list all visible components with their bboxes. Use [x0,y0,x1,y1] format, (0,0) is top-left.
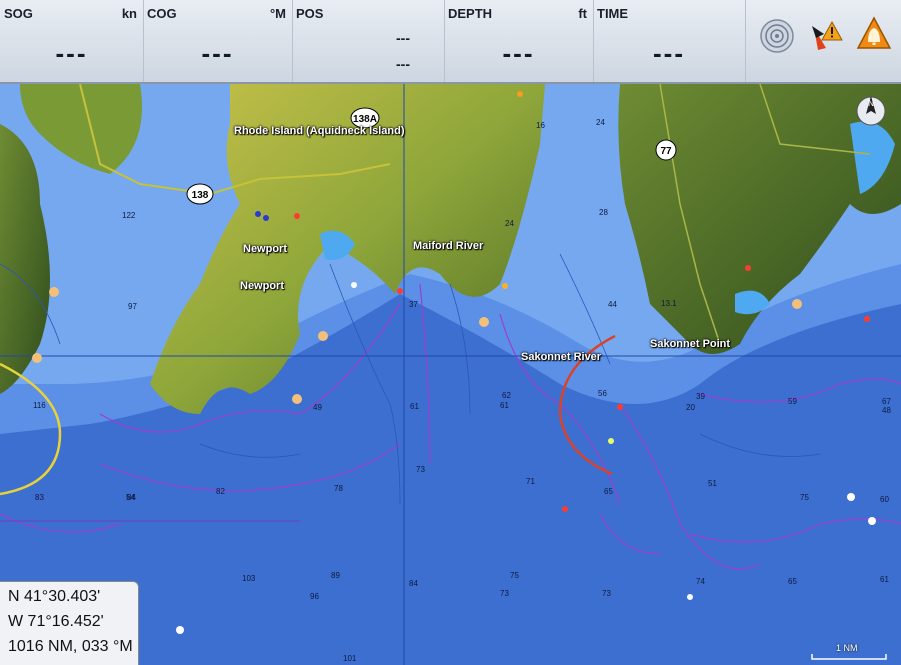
depth-sounding: 59 [788,397,797,406]
depth-sounding: 62 [502,391,511,400]
depth-sounding: 71 [526,477,535,486]
depth-sounding: 24 [505,219,514,228]
cursor-position-readout[interactable]: N 41°30.403' W 71°16.452' 1016 NM, 033 °… [0,581,139,665]
alarm-warning-icon[interactable] [808,14,844,54]
chart-canvas: 138A 138 77 N [0,83,901,665]
route-shield-138: 138 [192,190,209,201]
depth-sounding: 65 [604,487,613,496]
instrument-data-bar: SOG kn --- COG °M --- POS --- --- DEPTH … [0,0,901,84]
place-label-rhode-island: Rhode Island (Aquidneck Island) [234,125,405,137]
depth-sounding: 28 [599,208,608,217]
cog-value: --- [201,38,234,68]
route-shield-138a: 138A [353,114,377,125]
depth-sounding: 20 [686,403,695,412]
depth-sounding: 39 [696,392,705,401]
depth-sounding: 101 [343,654,357,663]
place-label-newport: Newport [243,243,287,255]
depth-label: DEPTH [448,6,493,21]
depth-unit: ft [578,6,587,21]
place-label-sakonnet-point: Sakonnet Point [650,338,731,350]
chart-plotter-app: SOG kn --- COG °M --- POS --- --- DEPTH … [0,0,901,665]
sog-field[interactable]: SOG kn --- [0,0,144,82]
scale-label: 1 NM [836,643,858,653]
cursor-longitude: W 71°16.452' [8,613,104,630]
pos-lon-value: --- [396,56,410,72]
depth-sounding: 75 [510,571,519,580]
depth-sounding: 73 [602,589,611,598]
depth-sounding: 44 [608,300,617,309]
depth-sounding: 24 [596,118,605,127]
depth-sounding: 54 [126,493,135,502]
depth-sounding: 122 [122,211,136,220]
time-value: --- [653,38,685,68]
depth-field[interactable]: DEPTH ft --- [444,0,594,82]
depth-sounding: 82 [216,487,225,496]
sog-label: SOG [4,6,33,21]
pos-field[interactable]: POS --- --- [292,0,445,82]
nautical-chart-map[interactable]: 138A 138 77 N Rhode Island (Aquidneck Is… [0,83,901,665]
depth-sounding: 49 [313,403,322,412]
depth-sounding: 89 [331,571,340,580]
pos-label: POS [296,6,324,21]
sog-value: --- [55,38,88,68]
depth-sounding: 61 [880,575,889,584]
route-shield-77: 77 [660,146,672,157]
depth-sounding: 73 [416,465,425,474]
sog-unit: kn [121,6,137,21]
depth-sounding: 65 [788,577,797,586]
depth-sounding: 74 [696,577,705,586]
north-arrow-icon[interactable]: N [856,96,886,126]
depth-sounding: 83 [35,493,44,502]
gps-satellite-icon[interactable] [759,14,795,54]
depth-sounding: 67 [882,397,891,406]
depth-sounding: 103 [242,574,256,583]
place-label-sakonnet-river: Sakonnet River [521,351,602,363]
depth-sounding: 16 [536,121,545,130]
depth-sounding: 37 [409,300,418,309]
pos-lat-value: --- [396,30,410,46]
depth-sounding: 84 [409,579,418,588]
depth-sounding: 56 [598,389,607,398]
svg-text:N: N [868,99,874,108]
depth-sounding: 116 [33,401,46,410]
place-label-maiford-river: Maiford River [413,240,484,252]
depth-sounding: 61 [410,402,419,411]
cursor-range-bearing: 1016 NM, 033 °M [8,638,133,655]
cog-unit: °M [269,6,286,21]
depth-sounding: 13.1 [661,299,677,308]
depth-sounding: 75 [800,493,809,502]
place-label-newport-2: Newport [240,280,284,292]
depth-sounding: 73 [500,589,509,598]
depth-sounding: 60 [880,495,889,504]
depth-sounding: 48 [882,406,891,415]
depth-sounding: 96 [310,592,319,601]
cursor-latitude: N 41°30.403' [8,588,101,605]
time-field[interactable]: TIME --- [593,0,746,82]
alert-warning-icon[interactable] [856,14,892,54]
cog-field[interactable]: COG °M --- [143,0,293,82]
cog-label: COG [147,6,177,21]
depth-sounding: 61 [500,401,509,410]
depth-sounding: 51 [708,479,717,488]
time-label: TIME [597,6,629,21]
depth-sounding: 78 [334,484,343,493]
depth-value: --- [502,38,535,68]
depth-sounding: 97 [128,302,137,311]
